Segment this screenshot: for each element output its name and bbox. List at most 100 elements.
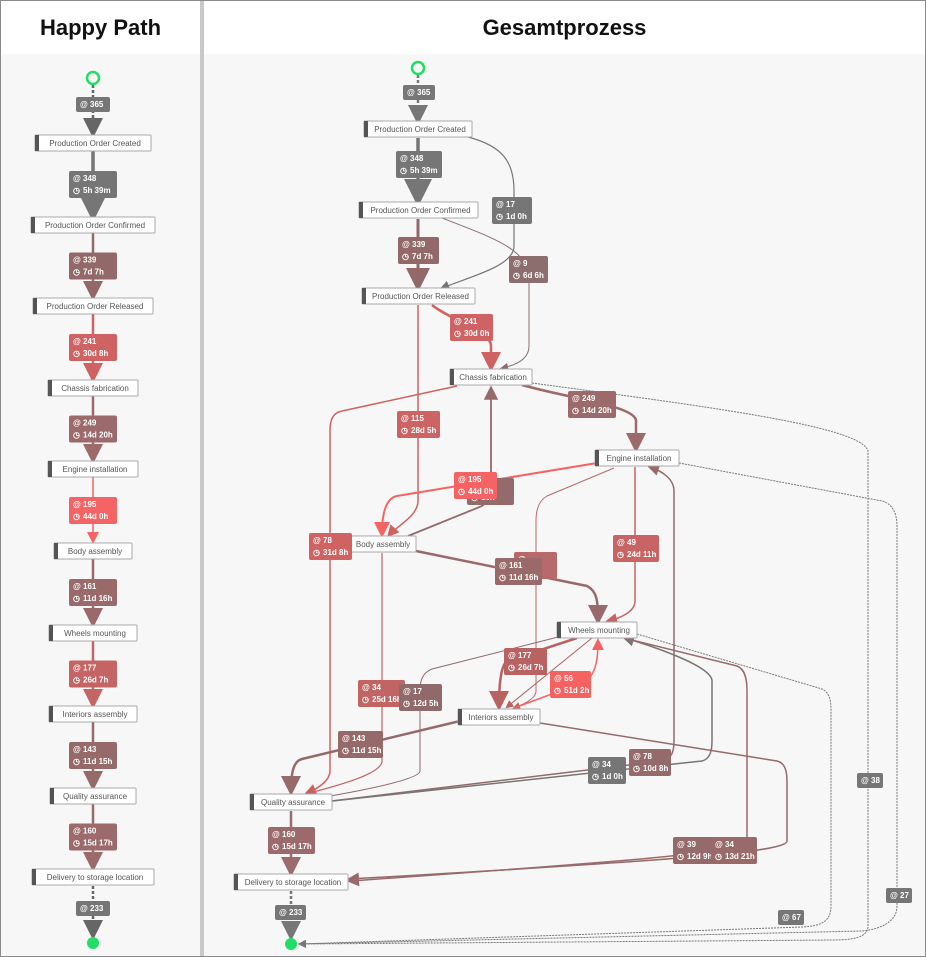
duration: 14d 20h xyxy=(83,431,113,440)
transition-badge[interactable]: @241◷ 30d 0h xyxy=(450,314,493,341)
activity-node[interactable]: Production Order Created xyxy=(34,134,152,152)
case-count: 233 xyxy=(90,904,104,913)
case-count: 143 xyxy=(352,734,366,743)
transition-badge[interactable]: @195◷ 44d 0h xyxy=(454,472,497,499)
activity-bar xyxy=(362,288,366,304)
case-count: 115 xyxy=(411,414,424,423)
transition-badge[interactable]: @34◷ 13d 21h xyxy=(711,837,757,864)
activity-node[interactable]: Delivery to storage location xyxy=(233,873,349,891)
transition-badge[interactable]: @49◷ 24d 11h xyxy=(613,535,659,562)
transition-badge[interactable]: @39◷ 12d 9h xyxy=(673,837,714,864)
duration: 15d 17h xyxy=(83,839,113,848)
activity-node[interactable]: Quality assurance xyxy=(249,793,333,811)
frequency-icon: @ xyxy=(592,760,600,769)
activity-node[interactable]: Engine installation xyxy=(47,460,139,478)
activity-bar xyxy=(35,135,39,151)
transition-badge[interactable]: @9◷ 6d 6h xyxy=(509,256,548,283)
transition-badge[interactable]: @160◷ 15d 17h xyxy=(268,827,315,854)
case-count: 339 xyxy=(412,240,426,249)
start-event-icon[interactable] xyxy=(410,60,426,76)
edge-chassis-end[interactable] xyxy=(298,382,869,948)
activity-node[interactable]: Wheels mounting xyxy=(556,621,638,639)
case-count: 249 xyxy=(83,419,97,428)
case-count: 49 xyxy=(627,538,636,547)
transition-badge[interactable]: @241◷ 30d 8h xyxy=(69,334,117,361)
transition-badge[interactable]: @177◷ 26d 7h xyxy=(69,660,117,688)
activity-node[interactable]: Engine installation xyxy=(594,449,680,467)
transition-badge[interactable]: @17◷ 12d 5h xyxy=(399,684,442,711)
case-count: 365 xyxy=(417,88,431,97)
transition-badge[interactable]: @17◷ 1d 0h xyxy=(492,197,532,224)
frequency-icon: @ xyxy=(508,651,516,660)
transition-badge[interactable]: @348◷ 5h 39m xyxy=(396,151,442,178)
end-event-icon[interactable] xyxy=(87,937,99,949)
activity-node[interactable]: Production Order Released xyxy=(32,297,154,315)
activity-label: Production Order Released xyxy=(372,292,469,301)
transition-badge[interactable]: @160◷ 15d 17h xyxy=(69,823,117,851)
transition-badge[interactable]: @339◷ 7d 7h xyxy=(398,237,439,264)
activity-node[interactable]: Body assembly xyxy=(345,535,417,553)
activity-node[interactable]: Wheels mounting xyxy=(48,624,138,642)
transition-badge[interactable]: @115◷ 28d 5h xyxy=(397,411,440,438)
case-count: 241 xyxy=(464,317,478,326)
frequency-icon: @ xyxy=(73,664,81,673)
transition-badge[interactable]: @195◷ 44d 0h xyxy=(69,497,117,524)
activity-label: Production Order Released xyxy=(47,302,144,311)
activity-node[interactable]: Delivery to storage location xyxy=(31,868,155,886)
activity-bar xyxy=(359,202,363,218)
transition-badge[interactable]: @348◷ 5h 39m xyxy=(69,171,117,198)
duration: 11d 16h xyxy=(83,594,112,603)
start-event-icon[interactable] xyxy=(85,70,101,86)
transition-badge[interactable]: @78◷ 31d 8h xyxy=(309,533,352,560)
frequency-icon: @ xyxy=(279,908,287,917)
activity-node[interactable]: Interiors assembly xyxy=(457,708,541,726)
activity-bar xyxy=(234,874,238,890)
transition-badge[interactable]: @78◷ 10d 8h xyxy=(629,749,671,776)
transition-badge[interactable]: @339◷ 7d 7h xyxy=(69,252,117,280)
duration: 30d 0h xyxy=(464,329,489,338)
frequency-icon: @ xyxy=(715,840,723,849)
frequency-icon: @ xyxy=(513,259,521,268)
transition-badge[interactable]: @27 xyxy=(886,888,912,903)
activity-node[interactable]: Body assembly xyxy=(53,542,133,560)
clock-icon: ◷ xyxy=(677,852,684,861)
transition-badge[interactable]: @34◷ 25d 16h xyxy=(358,680,405,707)
transition-badge[interactable]: @177◷ 26d 7h xyxy=(504,648,547,675)
activity-node[interactable]: Interiors assembly xyxy=(48,705,138,723)
case-count: 241 xyxy=(83,337,97,346)
transition-badge[interactable]: @365 xyxy=(76,97,110,112)
end-event-icon[interactable] xyxy=(285,938,297,950)
activity-node[interactable]: Chassis fabrication xyxy=(47,379,139,397)
case-count: 195 xyxy=(83,500,97,509)
clock-icon: ◷ xyxy=(73,594,80,603)
frequency-icon: @ xyxy=(633,752,641,761)
activity-node[interactable]: Chassis fabrication xyxy=(449,368,533,386)
activity-node[interactable]: Production Order Confirmed xyxy=(30,216,156,234)
activity-node[interactable]: Production Order Released xyxy=(361,287,476,305)
frequency-icon: @ xyxy=(401,414,409,423)
duration: 5h 39m xyxy=(83,186,111,195)
transition-badge[interactable]: @161◷ 11d 16h xyxy=(495,558,542,585)
duration: 26d 7h xyxy=(518,663,543,672)
transition-badge[interactable]: @233 xyxy=(275,905,306,920)
duration: 31d 8h xyxy=(323,548,348,557)
transition-badge[interactable]: @67 xyxy=(778,910,804,925)
activity-node[interactable]: Production Order Created xyxy=(363,120,473,138)
frequency-icon: @ xyxy=(80,100,88,109)
transition-badge[interactable]: @249◷ 14d 20h xyxy=(69,415,117,443)
transition-badge[interactable]: @143◷ 11d 15h xyxy=(69,742,117,769)
transition-badge[interactable]: @143◷ 11d 15h xyxy=(338,731,383,758)
activity-node[interactable]: Quality assurance xyxy=(49,787,137,805)
transition-badge[interactable]: @34◷ 1d 0h xyxy=(588,757,626,784)
transition-badge[interactable]: @249◷ 14d 20h xyxy=(568,391,616,418)
frequency-icon: @ xyxy=(73,500,81,509)
transition-badge[interactable]: @56◷ 51d 2h xyxy=(550,671,591,698)
frequency-icon: @ xyxy=(407,88,415,97)
transition-badge[interactable]: @38 xyxy=(857,773,883,788)
transition-badge[interactable]: @365 xyxy=(403,85,435,100)
transition-badge[interactable]: @161◷ 11d 16h xyxy=(69,579,117,606)
activity-bar xyxy=(557,622,561,638)
activity-node[interactable]: Production Order Confirmed xyxy=(358,201,479,219)
duration: 30d 8h xyxy=(83,349,108,358)
transition-badge[interactable]: @233 xyxy=(76,901,110,916)
